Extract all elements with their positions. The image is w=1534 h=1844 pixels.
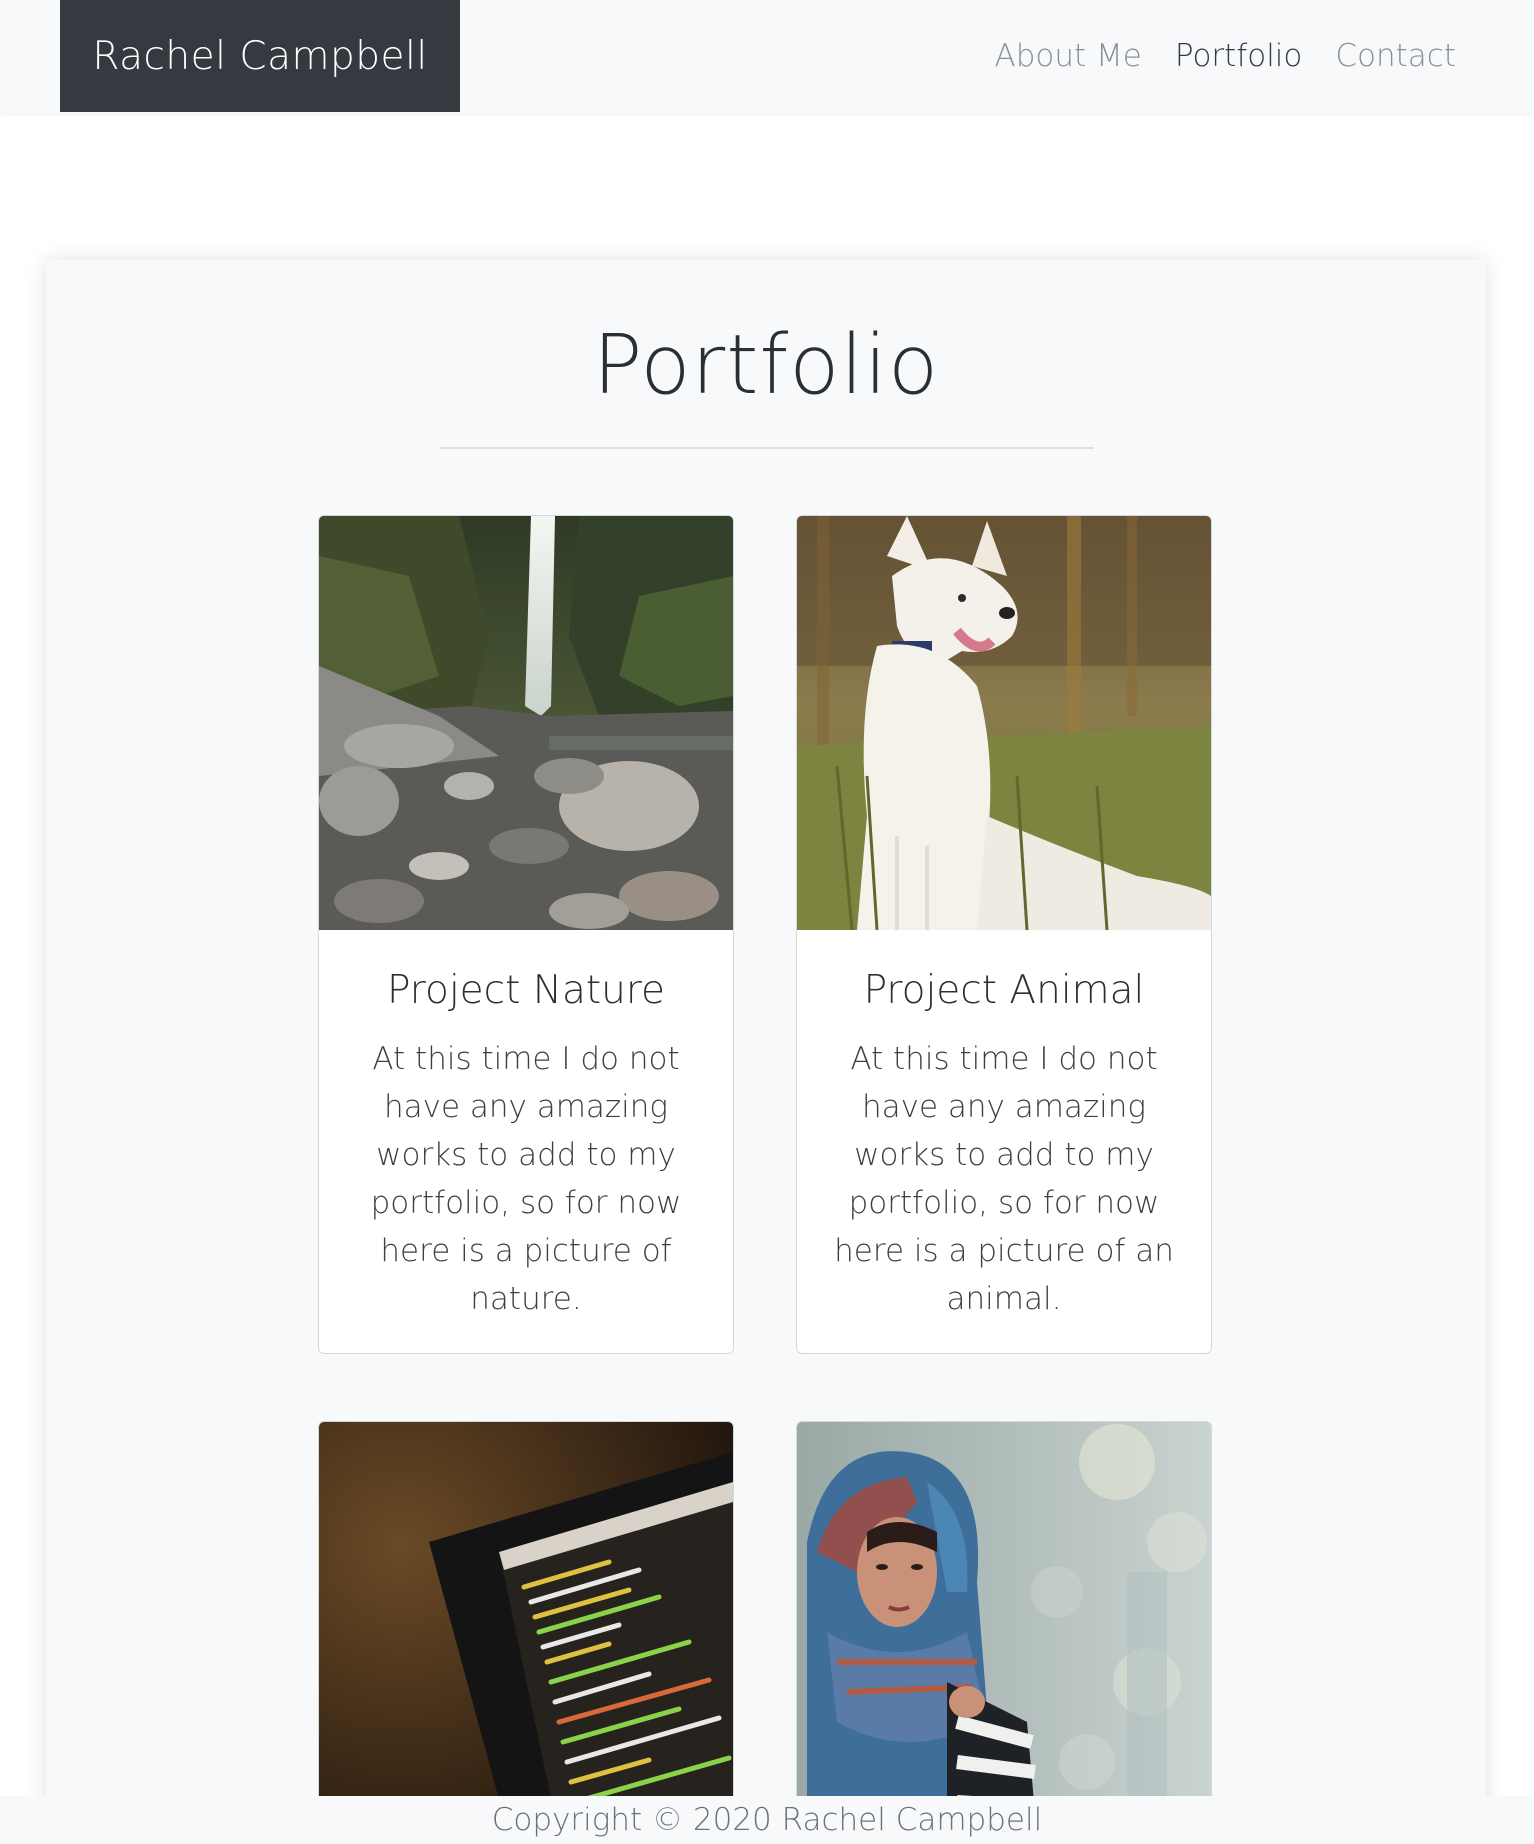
waterfall-photo <box>319 516 733 930</box>
card-project-code <box>318 1421 734 1841</box>
white-dog-photo <box>797 516 1211 930</box>
hooded-woman-photo <box>797 1422 1211 1836</box>
footer: Copyright © 2020 Rachel Campbell <box>0 1796 1534 1844</box>
brand-link[interactable]: Rachel Campbell <box>60 0 460 112</box>
card-body: Project Nature At this time I do not hav… <box>319 930 733 1353</box>
card-text: At this time I do not have any amazing w… <box>834 1041 1174 1317</box>
card-project-portrait <box>796 1421 1212 1841</box>
title-divider <box>440 447 1094 449</box>
card-project-animal: Project Animal At this time I do not hav… <box>796 515 1212 1354</box>
nav-link-portfolio[interactable]: Portfolio <box>1175 38 1303 74</box>
card-title: Project Nature <box>386 968 666 1013</box>
card-project-nature: Project Nature At this time I do not hav… <box>318 515 734 1354</box>
portfolio-panel: Portfolio Project Nature At this time I … <box>46 260 1486 1844</box>
page-title: Portfolio <box>592 318 940 413</box>
navbar: Rachel Campbell About Me Portfolio Conta… <box>0 0 1534 113</box>
card-text: At this time I do not have any amazing w… <box>370 1041 682 1317</box>
code-laptop-photo <box>319 1422 733 1836</box>
nav-links: About Me Portfolio Contact <box>995 0 1456 112</box>
nav-link-contact[interactable]: Contact <box>1335 38 1456 74</box>
card-body: Project Animal At this time I do not hav… <box>797 930 1211 1353</box>
copyright-text: Copyright © 2020 Rachel Campbell <box>491 1802 1043 1838</box>
nav-link-about-me[interactable]: About Me <box>995 38 1142 74</box>
card-title: Project Animal <box>863 968 1145 1013</box>
